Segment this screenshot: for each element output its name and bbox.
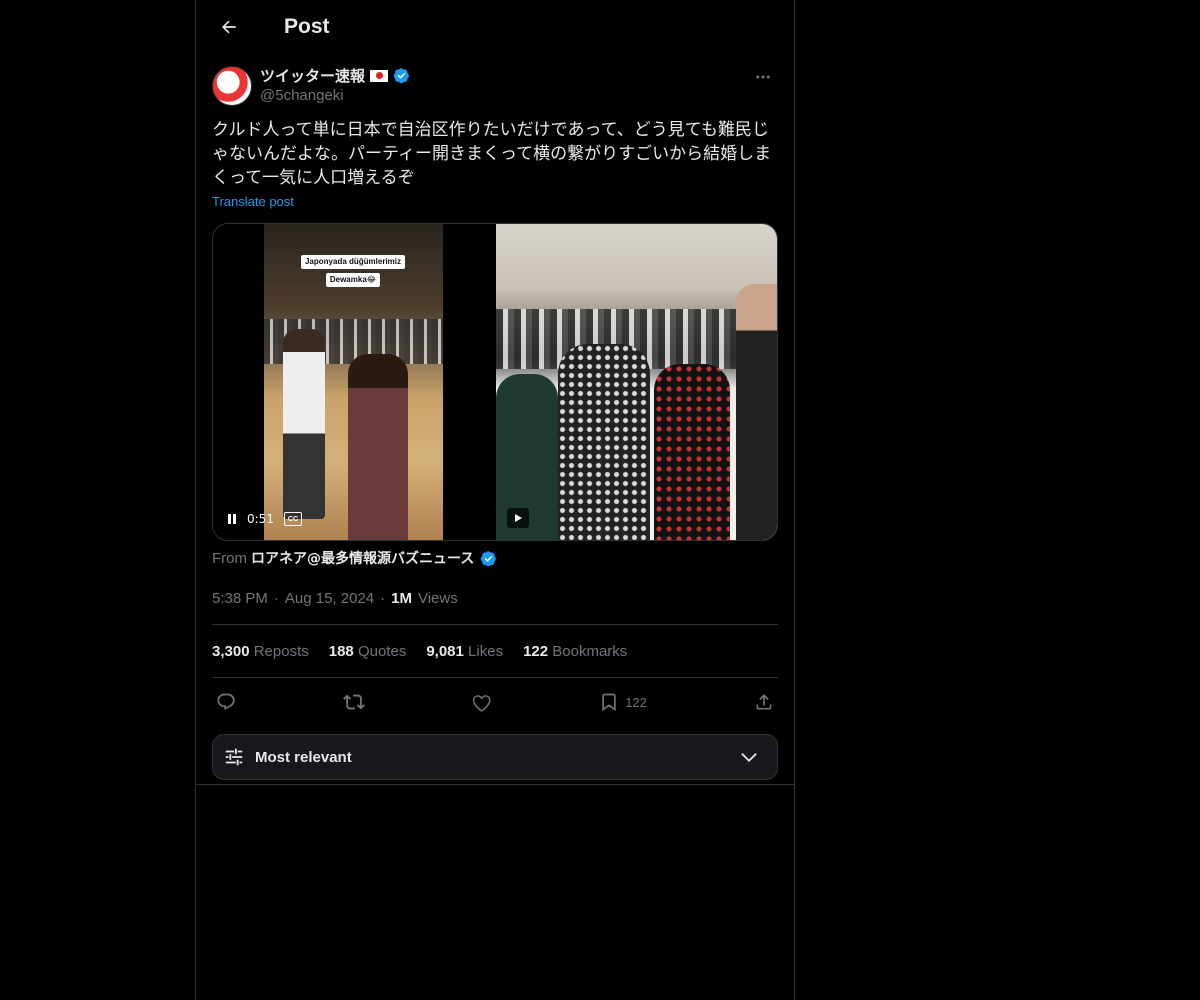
likes-count: 9,081 [426, 642, 464, 660]
back-button[interactable] [212, 10, 246, 44]
video-clip-right [496, 224, 777, 540]
video-timestamp: 0:51 [247, 512, 274, 526]
views-count: 1M [391, 589, 412, 607]
likes-stat[interactable]: 9,081 Likes [426, 643, 503, 660]
verified-badge-icon [481, 550, 497, 566]
repost-button[interactable] [343, 691, 365, 713]
video-player[interactable]: Japonyada düğümlerimiz Dewamka😂 0:51 CC [212, 223, 778, 541]
primary-column: Post ツイッター速報 @5changeki クルド人って単に日本で自治区作り… [195, 0, 795, 1000]
from-source-link[interactable]: ロアネア@最多情報源バズニュース [251, 548, 474, 568]
page-header: Post [196, 0, 794, 53]
divider [196, 784, 794, 785]
author-handle[interactable]: @5changeki [260, 87, 410, 104]
author-meta: ツイッター速報 @5changeki [260, 65, 410, 104]
man-dancing [283, 329, 325, 519]
likes-label: Likes [468, 642, 504, 660]
heart-icon [473, 695, 491, 712]
like-button[interactable] [472, 692, 492, 712]
bookmark-button[interactable]: 122 [599, 692, 647, 712]
video-controls: 0:51 CC [223, 510, 302, 528]
chevron-down-icon [741, 753, 757, 763]
woman-polka-dress [558, 344, 650, 540]
post-text: クルド人って単に日本で自治区作りたいだけであって、どう見ても難民じゃないんだよな… [212, 120, 772, 188]
name-line: ツイッター速報 [260, 65, 410, 86]
japan-flag-icon [370, 69, 389, 82]
video-caption-line2: Dewamka😂 [325, 273, 381, 287]
arrow-left-icon [222, 20, 236, 33]
views-label: Views [417, 589, 458, 607]
quotes-label: Quotes [357, 642, 407, 660]
post-time[interactable]: 5:38 PM [212, 590, 268, 607]
meta-separator: · [273, 589, 279, 607]
more-horizontal-icon [756, 75, 770, 79]
video-caption-line1: Japonyada düğümlerimiz [300, 255, 406, 269]
woman-floral-dress [654, 364, 730, 540]
post-meta: 5:38 PM · Aug 15, 2024 · 1M Views [212, 588, 778, 608]
sliders-icon [225, 748, 243, 766]
reposts-label: Reposts [253, 642, 309, 660]
bookmarks-stat[interactable]: 122 Bookmarks [523, 643, 627, 660]
translate-post-link[interactable]: Translate post [212, 194, 294, 209]
avatar[interactable] [212, 66, 252, 106]
video-clip-left: Japonyada düğümlerimiz Dewamka😂 [213, 224, 496, 540]
reply-icon [217, 693, 235, 710]
post-date[interactable]: Aug 15, 2024 [285, 590, 374, 607]
bookmarks-label: Bookmarks [552, 642, 628, 660]
pause-button[interactable] [223, 510, 241, 528]
author-display-name[interactable]: ツイッター速報 [260, 65, 365, 86]
reply-sort-dropdown[interactable]: Most relevant [212, 734, 778, 780]
from-prefix: From [212, 549, 247, 567]
bookmarks-count: 122 [523, 642, 549, 660]
man-right-edge [736, 284, 777, 540]
play-button[interactable] [507, 508, 529, 528]
verified-badge-icon [393, 68, 409, 84]
captions-button[interactable]: CC [283, 512, 302, 526]
video-caption: Japonyada düğümlerimiz Dewamka😂 [299, 251, 407, 287]
engagement-stats: 3,300 Reposts 188 Quotes 9,081 Likes 122… [212, 625, 778, 677]
from-attribution: From ロアネア@最多情報源バズニュース [212, 548, 778, 568]
share-icon [756, 694, 772, 710]
reposts-stat[interactable]: 3,300 Reposts [212, 643, 309, 660]
more-button[interactable] [748, 65, 778, 89]
pause-icon [228, 514, 236, 524]
bookmark-icon [602, 693, 616, 712]
meta-separator: · [380, 589, 386, 607]
reposts-count: 3,300 [212, 642, 250, 660]
share-button[interactable] [754, 692, 774, 712]
post-article: ツイッター速報 @5changeki クルド人って単に日本で自治区作りたいだけで… [196, 53, 794, 780]
author-row: ツイッター速報 @5changeki [212, 65, 778, 109]
bookmark-count: 122 [625, 694, 647, 710]
reply-button[interactable] [216, 692, 236, 712]
action-bar: 122 [212, 678, 778, 726]
page-title: Post [284, 14, 330, 38]
woman-dancing [348, 354, 408, 540]
sort-label: Most relevant [255, 748, 352, 766]
play-icon [515, 514, 522, 522]
quotes-count: 188 [328, 642, 354, 660]
quotes-stat[interactable]: 188 Quotes [329, 643, 407, 660]
repost-icon [343, 694, 365, 710]
